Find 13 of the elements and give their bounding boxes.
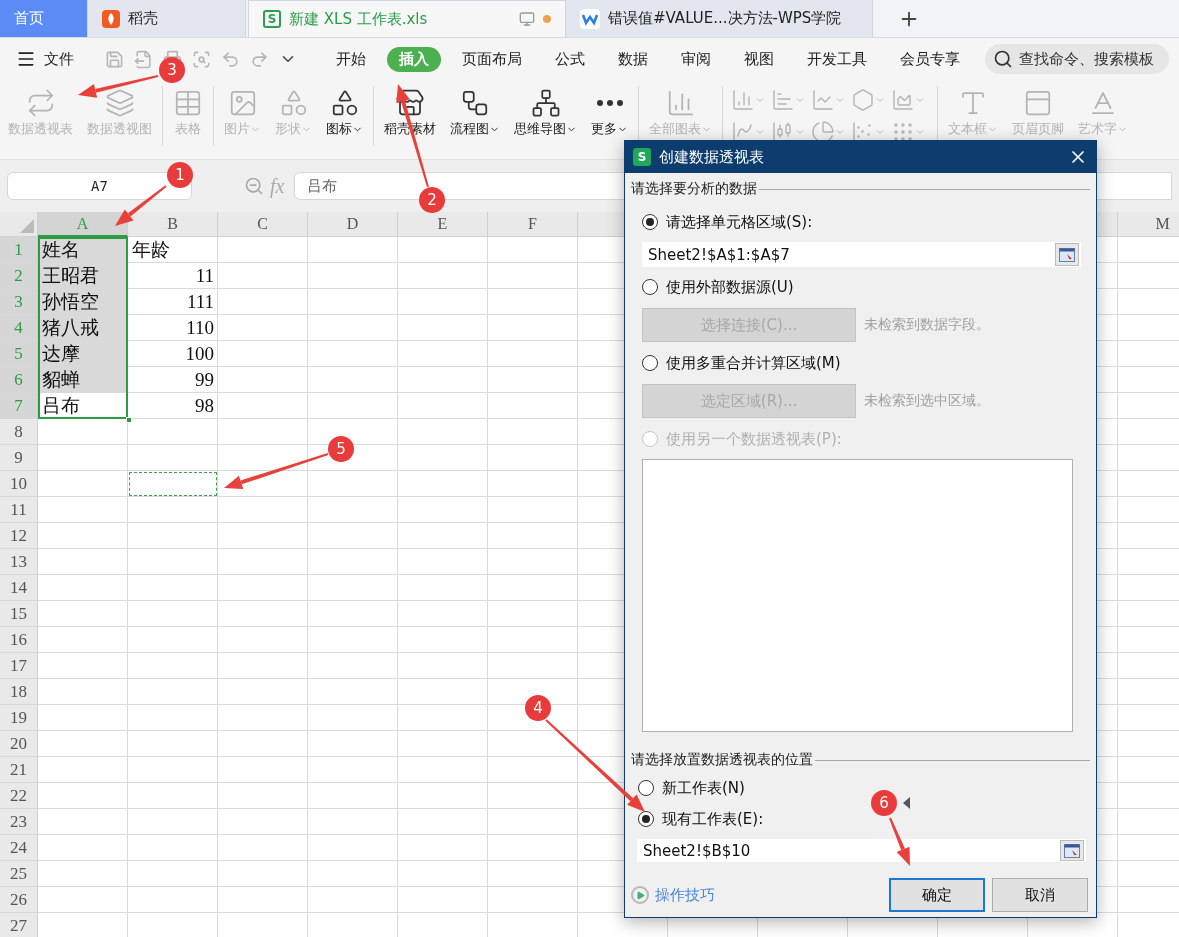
- status-note: 未检索到数据字段。: [864, 316, 990, 334]
- option-label: 使用外部数据源(U): [666, 277, 794, 297]
- spreadsheet-logo: S: [263, 10, 281, 28]
- section-heading: 请选择放置数据透视表的位置: [631, 751, 813, 769]
- option-label: 使用多重合并计算区域(M): [666, 353, 841, 373]
- fx-label: fx: [270, 174, 285, 198]
- option-label: 现有工作表(E):: [662, 809, 764, 829]
- section-heading: 请选择要分析的数据: [631, 180, 757, 198]
- option-label: 请选择单元格区域(S):: [666, 212, 813, 232]
- dialog-title: 创建数据透视表: [659, 147, 765, 167]
- spreadsheet-logo: S: [633, 148, 651, 166]
- status-note: 未检索到选中区域。: [864, 392, 990, 410]
- option-label: 新工作表(N): [662, 778, 745, 798]
